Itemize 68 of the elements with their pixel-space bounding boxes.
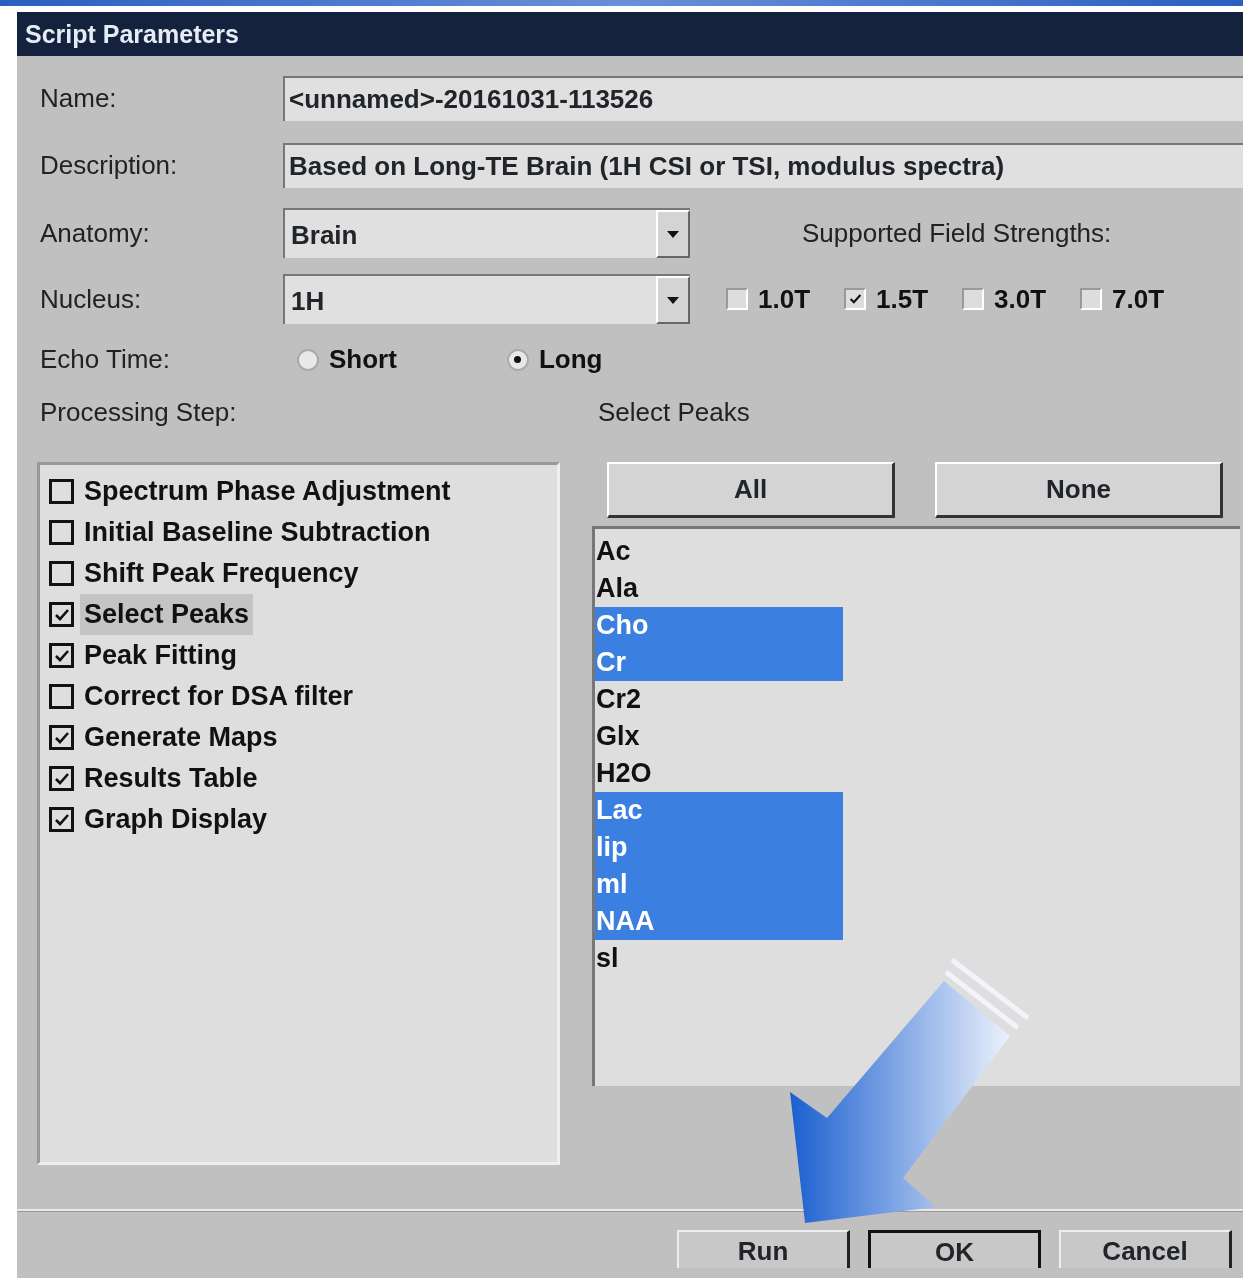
- dialog-button[interactable]: Run: [677, 1230, 850, 1268]
- checkbox[interactable]: [49, 479, 74, 504]
- checkbox[interactable]: [49, 520, 74, 545]
- checkbox[interactable]: [49, 684, 74, 709]
- checkbox[interactable]: [49, 725, 74, 750]
- step-item[interactable]: Graph Display: [80, 799, 272, 840]
- section-label: Processing Step:: [40, 396, 238, 429]
- step-item[interactable]: Correct for DSA filter: [80, 676, 358, 717]
- checkbox[interactable]: [1080, 288, 1103, 310]
- checkbox[interactable]: [49, 807, 74, 832]
- peak-item[interactable]: Cho: [595, 607, 843, 644]
- checkbox[interactable]: [726, 288, 748, 310]
- checkbox[interactable]: [49, 602, 74, 627]
- dropdown[interactable]: 1H: [283, 274, 690, 324]
- peak-item[interactable]: ml: [595, 866, 843, 903]
- step-item[interactable]: Results Table: [80, 758, 262, 799]
- step-item[interactable]: Peak Fitting: [80, 635, 242, 676]
- peak-button[interactable]: All: [607, 462, 895, 518]
- radio-label: Long: [538, 343, 603, 376]
- peak-item[interactable]: Cr2: [595, 681, 843, 718]
- radio-button[interactable]: [297, 348, 319, 371]
- step-item[interactable]: Generate Maps: [80, 717, 282, 758]
- field-label: Echo Time:: [40, 343, 172, 376]
- step-item[interactable]: Spectrum Phase Adjustment: [80, 471, 455, 512]
- peak-item[interactable]: H2O: [595, 755, 843, 792]
- checkbox[interactable]: [49, 766, 74, 791]
- dialog-button[interactable]: OK: [868, 1230, 1041, 1268]
- peak-item[interactable]: Ala: [595, 570, 843, 607]
- dropdown[interactable]: Brain: [283, 208, 690, 258]
- radio-label: Short: [329, 343, 397, 376]
- peak-item[interactable]: Glx: [595, 718, 843, 755]
- step-item[interactable]: Shift Peak Frequency: [80, 553, 363, 594]
- checkbox-label: 1.5T: [876, 282, 929, 316]
- peak-item[interactable]: Cr: [595, 644, 843, 681]
- checkbox[interactable]: [962, 288, 985, 310]
- field-label: Anatomy:: [40, 216, 151, 250]
- checkbox[interactable]: [844, 288, 867, 310]
- text-field[interactable]: Based on Long-TE Brain (1H CSI or TSI, modulus spectra): [283, 143, 1243, 188]
- text-field[interactable]: <unnamed>-20161031-113526: [283, 76, 1243, 121]
- check-icon: [53, 648, 70, 663]
- radio-button[interactable]: [506, 348, 529, 371]
- field-label: Name:: [40, 82, 118, 115]
- checkbox[interactable]: [49, 643, 74, 668]
- step-item[interactable]: Select Peaks: [80, 594, 254, 635]
- check-icon: [53, 730, 70, 745]
- step-item[interactable]: Initial Baseline Subtraction: [80, 512, 435, 553]
- peak-item[interactable]: sl: [595, 940, 843, 977]
- check-icon: [53, 607, 70, 622]
- checkbox-label: 3.0T: [994, 282, 1047, 316]
- field-label: Description:: [40, 149, 179, 182]
- section-label: Select Peaks: [598, 396, 751, 429]
- dropdown-arrow-icon: [667, 230, 679, 238]
- peak-button[interactable]: None: [935, 462, 1223, 518]
- peak-item[interactable]: lip: [595, 829, 843, 866]
- dropdown-arrow-icon: [667, 296, 679, 304]
- peak-item[interactable]: Lac: [595, 792, 843, 829]
- checkbox[interactable]: [49, 561, 74, 586]
- dialog-button[interactable]: Cancel: [1059, 1230, 1232, 1268]
- checkbox-label: 7.0T: [1112, 282, 1165, 316]
- check-icon: [53, 812, 70, 827]
- field-strengths-label: Supported Field Strengths:: [802, 216, 1112, 250]
- peak-item[interactable]: Ac: [595, 533, 843, 570]
- check-icon: [848, 292, 862, 306]
- field-label: Nucleus:: [40, 282, 143, 316]
- check-icon: [53, 771, 70, 786]
- window-title: Script Parameters: [17, 12, 1243, 56]
- peak-item[interactable]: NAA: [595, 903, 843, 940]
- checkbox-label: 1.0T: [758, 282, 811, 316]
